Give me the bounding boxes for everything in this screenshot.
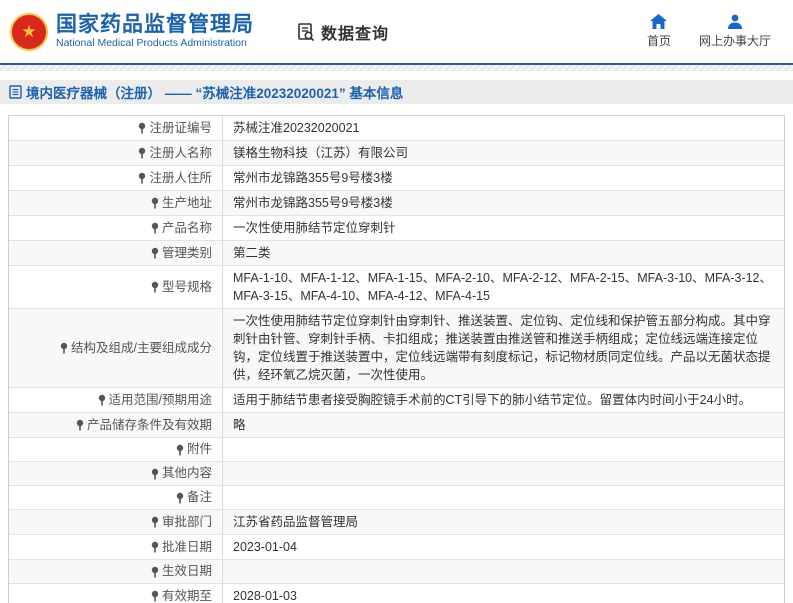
breadcrumb: 境内医疗器械（注册） —— “苏械注准20232020021” 基本信息	[9, 82, 403, 102]
row-value: 一次性使用肺结节定位穿刺针由穿刺针、推送装置、定位钩、定位线和保护管五部分构成。…	[233, 314, 771, 382]
row-label: 审批部门	[161, 514, 212, 529]
pin-icon	[150, 222, 160, 234]
pin-icon	[150, 566, 160, 578]
pin-icon	[59, 342, 69, 354]
row-label: 结构及组成/主要组成成分	[71, 340, 212, 355]
row-label: 管理类别	[161, 245, 212, 260]
table-row: 注册证编号 苏械注准20232020021	[9, 116, 784, 141]
row-label: 其他内容	[161, 466, 212, 480]
data-query-label: 数据查询	[321, 25, 390, 43]
table-row: 生产地址 常州市龙锦路355号9号楼3楼	[9, 191, 784, 216]
row-label: 生产地址	[161, 195, 212, 210]
nav-item-home[interactable]: 首页	[647, 14, 671, 49]
pin-icon	[150, 590, 160, 602]
table-row: 备注	[9, 486, 784, 510]
table-row: 有效期至 2028-01-03	[9, 584, 784, 603]
table-row: 型号规格 MFA-1-10、MFA-1-12、MFA-1-15、MFA-2-10…	[9, 266, 784, 309]
table-row: 管理类别 第二类	[9, 241, 784, 266]
row-label: 产品名称	[161, 220, 212, 235]
table-row: 审批部门 江苏省药品监督管理局	[9, 510, 784, 535]
pin-icon	[150, 468, 160, 480]
pin-icon	[150, 281, 160, 293]
table-row: 注册人住所 常州市龙锦路355号9号楼3楼	[9, 166, 784, 191]
pin-icon	[150, 247, 160, 259]
pin-icon	[137, 122, 147, 134]
row-label: 注册证编号	[149, 120, 212, 135]
pin-icon	[175, 492, 185, 504]
row-label: 附件	[186, 442, 212, 456]
row-value: 常州市龙锦路355号9号楼3楼	[233, 196, 393, 210]
data-query-menu[interactable]: 数据查询	[296, 20, 389, 44]
agency-brand: 国家药品监督管理局 National Medical Products Admi…	[56, 13, 254, 50]
row-value: 一次性使用肺结节定位穿刺针	[233, 221, 396, 235]
row-value: 2023-01-04	[233, 540, 297, 554]
row-value: 镁格生物科技（江苏）有限公司	[233, 146, 409, 160]
table-row: 其他内容	[9, 462, 784, 486]
document-search-icon	[296, 22, 321, 42]
hatch-band	[0, 65, 793, 71]
row-label: 有效期至	[161, 588, 212, 603]
agency-title: 国家药品监督管理局	[56, 13, 254, 37]
table-row: 注册人名称 镁格生物科技（江苏）有限公司	[9, 141, 784, 166]
table-row: 批准日期 2023-01-04	[9, 535, 784, 560]
table-row: 产品储存条件及有效期 略	[9, 413, 784, 438]
pin-icon	[75, 419, 85, 431]
row-label: 型号规格	[161, 279, 212, 294]
top-nav: 首页 网上办事大厅	[647, 14, 771, 49]
breadcrumb-bar: 境内医疗器械（注册） —— “苏械注准20232020021” 基本信息	[0, 80, 793, 104]
document-icon	[9, 85, 26, 99]
row-value: 第二类	[233, 246, 271, 260]
user-icon	[727, 14, 743, 29]
pin-icon	[150, 516, 160, 528]
row-label: 备注	[186, 490, 212, 504]
row-value: 苏械注准20232020021	[233, 121, 360, 135]
row-value: MFA-1-10、MFA-1-12、MFA-1-15、MFA-2-10、MFA-…	[233, 271, 773, 303]
row-value: 适用于肺结节患者接受胸腔镜手术前的CT引导下的肺小结节定位。留置体内时间小于24…	[233, 393, 752, 407]
row-label: 批准日期	[161, 539, 212, 554]
pin-icon	[175, 444, 185, 456]
row-value: 常州市龙锦路355号9号楼3楼	[233, 171, 393, 185]
row-label: 注册人住所	[149, 170, 212, 185]
page-header: ★ 国家药品监督管理局 National Medical Products Ad…	[0, 0, 793, 63]
pin-icon	[150, 541, 160, 553]
nav-item-label: 首页	[646, 34, 671, 48]
national-emblem-logo: ★	[10, 12, 48, 51]
agency-subtitle: National Medical Products Administration	[56, 37, 247, 50]
registration-info-table: 注册证编号 苏械注准20232020021 注册人名称 镁格生物科技（江苏）有限…	[8, 115, 785, 603]
table-row: 生效日期	[9, 560, 784, 584]
table-row: 适用范围/预期用途 适用于肺结节患者接受胸腔镜手术前的CT引导下的肺小结节定位。…	[9, 388, 784, 413]
row-label: 产品储存条件及有效期	[86, 417, 212, 432]
pin-icon	[97, 394, 107, 406]
nav-item-service-hall[interactable]: 网上办事大厅	[699, 14, 771, 49]
pin-icon	[137, 147, 147, 159]
page-title: 境内医疗器械（注册） —— “苏械注准20232020021” 基本信息	[26, 86, 404, 101]
row-value: 略	[233, 418, 246, 432]
row-label: 适用范围/预期用途	[108, 392, 212, 407]
row-value: 江苏省药品监督管理局	[233, 515, 359, 529]
pin-icon	[150, 197, 160, 209]
pin-icon	[137, 172, 147, 184]
row-label: 注册人名称	[149, 145, 212, 160]
row-value: 2028-01-03	[233, 589, 297, 603]
row-label: 生效日期	[161, 564, 212, 578]
nav-item-label: 网上办事大厅	[698, 34, 771, 48]
table-row: 产品名称 一次性使用肺结节定位穿刺针	[9, 216, 784, 241]
table-row: 结构及组成/主要组成成分 一次性使用肺结节定位穿刺针由穿刺针、推送装置、定位钩、…	[9, 309, 784, 388]
home-icon	[650, 14, 668, 29]
table-row: 附件	[9, 438, 784, 462]
